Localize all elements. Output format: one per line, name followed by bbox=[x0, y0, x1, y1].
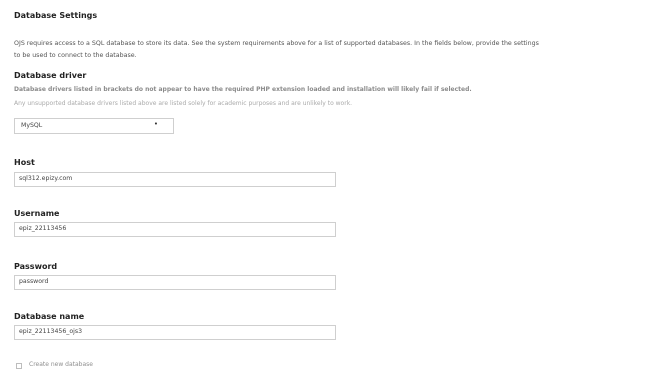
host-input-value: sql312.epizy.com bbox=[19, 175, 73, 182]
intro-line-2: to be used to connect to the database. bbox=[14, 52, 137, 59]
intro-text: OJS requires access to a SQL database to… bbox=[14, 38, 659, 62]
database-driver-label: Database driver bbox=[14, 71, 87, 80]
password-label: Password bbox=[14, 262, 58, 271]
database-driver-hint-bold: Database drivers listed in brackets do n… bbox=[14, 86, 472, 93]
username-input[interactable]: epiz_22113456 bbox=[14, 222, 336, 237]
host-input[interactable]: sql312.epizy.com bbox=[14, 172, 336, 187]
database-driver-selected-value: MySQL bbox=[21, 122, 43, 129]
database-driver-hint: Any unsupported database drivers listed … bbox=[14, 100, 353, 107]
password-input[interactable]: password bbox=[14, 275, 336, 290]
create-new-database-checkbox[interactable] bbox=[16, 363, 22, 369]
intro-line-1: OJS requires access to a SQL database to… bbox=[14, 40, 539, 47]
section-title: Database Settings bbox=[14, 11, 98, 20]
dropdown-arrow-icon: • bbox=[153, 120, 158, 128]
database-driver-select[interactable]: MySQL • bbox=[14, 118, 174, 134]
password-input-value: password bbox=[19, 278, 49, 285]
database-name-input-value: epiz_22113456_ojs3 bbox=[19, 328, 83, 335]
database-name-input[interactable]: epiz_22113456_ojs3 bbox=[14, 325, 336, 340]
create-new-database-label: Create new database bbox=[29, 361, 93, 368]
username-input-value: epiz_22113456 bbox=[19, 225, 67, 232]
database-name-label: Database name bbox=[14, 312, 85, 321]
host-label: Host bbox=[14, 158, 35, 167]
username-label: Username bbox=[14, 209, 60, 218]
